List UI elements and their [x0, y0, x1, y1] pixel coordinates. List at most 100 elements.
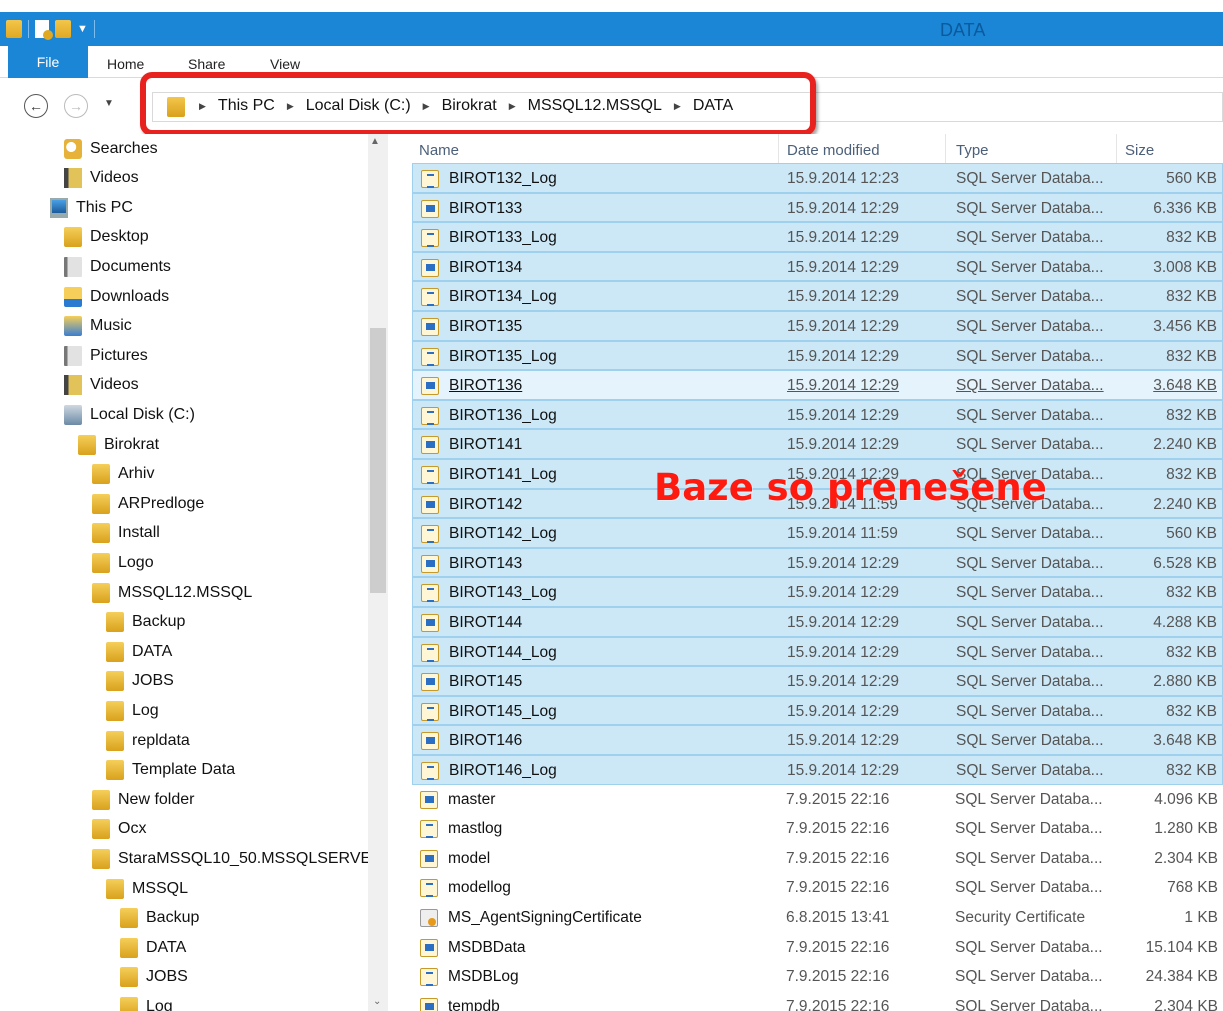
nav-tree-item[interactable]: MSSQL [106, 874, 188, 903]
file-row[interactable]: model 7.9.2015 22:16 SQL Server Databa... 2… [412, 844, 1223, 874]
nav-tree-item[interactable]: Videos [64, 164, 139, 193]
customize-toolbar-icon[interactable]: ▼ [77, 23, 88, 35]
file-row[interactable]: BIROT133_Log 15.9.2014 12:29 SQL Server Da… [412, 222, 1223, 252]
nav-tree-label: JOBS [146, 968, 188, 986]
nav-tree-item[interactable]: Birokrat [78, 430, 159, 459]
tab-view[interactable]: View [270, 56, 300, 72]
chevron-right-icon[interactable]: ▶ [509, 101, 516, 112]
tab-share[interactable]: Share [188, 56, 225, 72]
nav-tree-item[interactable]: Log [120, 992, 173, 1011]
chevron-right-icon[interactable]: ▶ [199, 101, 206, 112]
nav-tree-item[interactable]: Local Disk (C:) [64, 400, 195, 429]
nav-tree-label: Logo [118, 553, 154, 571]
file-row[interactable]: BIROT144_Log 15.9.2014 12:29 SQL Server Da… [412, 636, 1223, 667]
file-row[interactable]: BIROT143 15.9.2014 12:29 SQL Server Databa… [412, 547, 1223, 578]
column-divider[interactable] [945, 134, 946, 166]
chevron-right-icon[interactable]: ▶ [287, 101, 294, 112]
nav-tree-item[interactable]: JOBS [120, 963, 188, 992]
this-pc-icon [50, 197, 68, 218]
forward-button[interactable]: → [64, 94, 88, 118]
file-row[interactable]: BIROT135_Log 15.9.2014 12:29 SQL Server Da… [412, 340, 1223, 371]
breadcrumb-item-this-pc[interactable]: This PC [218, 97, 275, 115]
file-name: BIROT141_Log [449, 466, 557, 483]
breadcrumb-item-data[interactable]: DATA [693, 97, 733, 115]
nav-tree-item[interactable]: Music [64, 312, 132, 341]
nav-tree-label: Desktop [90, 228, 149, 246]
tab-file[interactable]: File [8, 46, 88, 78]
file-row[interactable]: tempdb 7.9.2015 22:16 SQL Server Databa...… [412, 992, 1223, 1011]
nav-tree-item[interactable]: Pictures [64, 341, 148, 370]
breadcrumb-item-mssql12[interactable]: MSSQL12.MSSQL [528, 97, 662, 115]
nav-tree-item[interactable]: Template Data [106, 756, 235, 785]
column-header-size[interactable]: Size [1125, 142, 1154, 159]
file-row[interactable]: BIROT144 15.9.2014 12:29 SQL Server Databa… [412, 607, 1223, 637]
file-row[interactable]: BIROT133 15.9.2014 12:29 SQL Server Databa… [412, 192, 1223, 223]
scroll-up-icon[interactable]: ▲ [370, 136, 380, 147]
column-divider[interactable] [778, 134, 779, 166]
file-row[interactable]: BIROT134 15.9.2014 12:29 SQL Server Databa… [412, 251, 1223, 282]
nav-tree-item[interactable]: Documents [64, 252, 171, 281]
nav-tree-item[interactable]: ARPredloge [92, 489, 204, 518]
address-bar[interactable]: ▶ This PC ▶ Local Disk (C:) ▶ Birokrat ▶… [152, 92, 1223, 122]
column-header-date-modified[interactable]: Date modified [787, 142, 880, 159]
file-name: BIROT133_Log [449, 229, 557, 247]
breadcrumb-item-local-disk[interactable]: Local Disk (C:) [306, 97, 411, 115]
nav-tree-item[interactable]: New folder [92, 785, 194, 814]
nav-tree-item[interactable]: repldata [106, 726, 190, 755]
nav-tree-item[interactable]: Desktop [64, 223, 149, 252]
properties-icon[interactable] [35, 20, 53, 40]
nav-tree-item[interactable]: Searches [64, 134, 158, 163]
database-file-icon [420, 938, 438, 957]
file-row[interactable]: BIROT145 15.9.2014 12:29 SQL Server Databa… [412, 666, 1223, 696]
scroll-down-icon[interactable]: ⌄ [373, 996, 381, 1007]
nav-tree-item[interactable]: MSSQL12.MSSQL [92, 578, 252, 607]
nav-tree-item[interactable]: DATA [0, 637, 177, 667]
nav-tree-item[interactable]: DATA [120, 933, 186, 962]
nav-tree-item[interactable]: Install [92, 519, 160, 548]
nav-tree-item[interactable]: Logo [92, 548, 154, 577]
music-folder-icon [64, 316, 82, 337]
nav-tree-item[interactable]: This PC [50, 193, 133, 222]
back-button[interactable]: ← [24, 94, 48, 118]
chevron-right-icon[interactable]: ▶ [674, 101, 681, 112]
folder-icon[interactable] [6, 20, 22, 38]
breadcrumb-item-birokrat[interactable]: Birokrat [442, 97, 497, 115]
file-row[interactable]: master 7.9.2015 22:16 SQL Server Databa...… [412, 785, 1223, 815]
scrollbar-thumb[interactable] [370, 328, 386, 593]
nav-tree-item[interactable]: Backup [120, 904, 199, 933]
nav-tree-item[interactable]: Ocx [92, 815, 146, 844]
chevron-right-icon[interactable]: ▶ [423, 101, 430, 112]
tab-home[interactable]: Home [107, 56, 144, 72]
nav-tree-item[interactable]: StaraMSSQL10_50.MSSQLSERVER [92, 844, 383, 873]
column-header-type[interactable]: Type [956, 142, 989, 159]
column-divider[interactable] [1116, 134, 1117, 166]
column-header-name[interactable]: Name [419, 142, 459, 159]
file-row[interactable]: BIROT145_Log 15.9.2014 12:29 SQL Server Da… [412, 695, 1223, 726]
nav-tree-item[interactable]: JOBS [106, 667, 174, 696]
file-row[interactable]: modellog 7.9.2015 22:16 SQL Server Databa.… [412, 873, 1223, 903]
file-date-modified: 15.9.2014 12:29 [787, 762, 900, 779]
file-row[interactable]: BIROT143_Log 15.9.2014 12:29 SQL Server Da… [412, 577, 1223, 607]
file-row[interactable]: BIROT132_Log 15.9.2014 12:23 SQL Server Da… [412, 163, 1223, 193]
nav-tree-item[interactable]: Log [106, 696, 159, 725]
folder-icon [92, 819, 110, 840]
file-row[interactable]: BIROT141 15.9.2014 12:29 SQL Server Databa… [412, 429, 1223, 459]
file-row[interactable]: MSDBLog 7.9.2015 22:16 SQL Server Databa..… [412, 962, 1223, 992]
recent-locations-dropdown[interactable]: ▼ [104, 98, 114, 109]
file-row[interactable]: BIROT136 15.9.2014 12:29 SQL Server Databa… [412, 370, 1223, 400]
nav-tree-item[interactable]: Videos [64, 371, 139, 400]
file-date-modified: 15.9.2014 12:29 [787, 554, 900, 572]
new-folder-icon[interactable] [55, 20, 71, 38]
file-row[interactable]: mastlog 7.9.2015 22:16 SQL Server Databa..… [412, 814, 1223, 844]
file-row[interactable]: BIROT136_Log 15.9.2014 12:29 SQL Server Da… [412, 399, 1223, 430]
nav-tree-item[interactable]: Backup [106, 608, 185, 637]
nav-tree-item[interactable]: Arhiv [92, 460, 154, 489]
file-row[interactable]: BIROT146 15.9.2014 12:29 SQL Server Databa… [412, 725, 1223, 755]
file-row[interactable]: BIROT146_Log 15.9.2014 12:29 SQL Server Da… [412, 755, 1223, 785]
file-row[interactable]: BIROT134_Log 15.9.2014 12:29 SQL Server Da… [412, 281, 1223, 311]
file-row[interactable]: BIROT135 15.9.2014 12:29 SQL Server Databa… [412, 311, 1223, 341]
nav-tree-item[interactable]: Downloads [64, 282, 169, 311]
file-row[interactable]: MSDBData 7.9.2015 22:16 SQL Server Databa.… [412, 933, 1223, 963]
file-row[interactable]: MS_AgentSigningCertificate 6.8.2015 13:41… [412, 903, 1223, 933]
file-row[interactable]: BIROT142_Log 15.9.2014 11:59 SQL Server Da… [412, 518, 1223, 548]
